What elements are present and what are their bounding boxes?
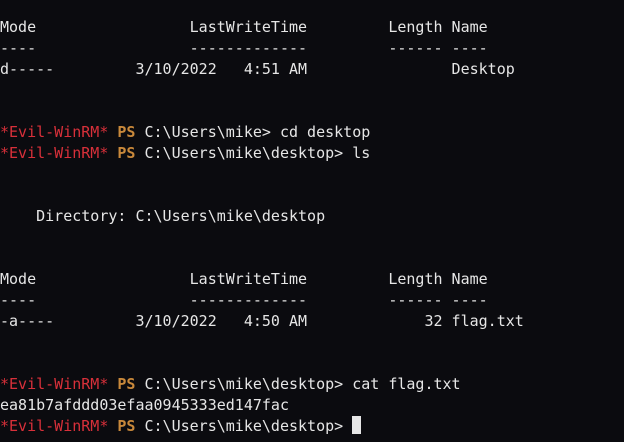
prompt-app-name: *Evil-WinRM* [0, 375, 109, 393]
prompt-path: C:\Users\mike\desktop> [144, 375, 344, 393]
prompt-path: C:\Users\mike> [144, 123, 271, 141]
listing-header: Mode LastWriteTime Length Name [0, 270, 488, 288]
prompt-shell: PS [117, 123, 136, 141]
prompt-app-name: *Evil-WinRM* [0, 417, 109, 435]
prompt-path: C:\Users\mike\desktop> [144, 417, 344, 435]
command-text: ls [352, 144, 371, 162]
listing-separator: ---- ------------- ------ ---- [0, 39, 488, 57]
command-line-active[interactable]: *Evil-WinRM* PS C:\Users\mike\desktop> [0, 416, 624, 437]
prompt-path: C:\Users\mike\desktop> [144, 144, 344, 162]
command-text: cd desktop [279, 123, 371, 141]
command-line: *Evil-WinRM* PS C:\Users\mike\desktop> l… [0, 143, 624, 164]
listing-row: -a---- 3/10/2022 4:50 AM 32 flag.txt [0, 312, 524, 330]
directory-label: Directory: C:\Users\mike\desktop [0, 207, 326, 225]
text-cursor[interactable] [352, 416, 362, 434]
command-line: *Evil-WinRM* PS C:\Users\mike\desktop> c… [0, 374, 624, 395]
listing-header: Mode LastWriteTime Length Name [0, 18, 488, 36]
command-line: *Evil-WinRM* PS C:\Users\mike> cd deskto… [0, 122, 624, 143]
listing-separator: ---- ------------- ------ ---- [0, 291, 488, 309]
flag-output: ea81b7afddd03efaa0945333ed147fac [0, 396, 289, 414]
listing-row: d----- 3/10/2022 4:51 AM Desktop [0, 60, 515, 78]
prompt-app-name: *Evil-WinRM* [0, 144, 109, 162]
prompt-shell: PS [117, 375, 136, 393]
prompt-shell: PS [117, 417, 136, 435]
prompt-app-name: *Evil-WinRM* [0, 123, 109, 141]
command-text: cat flag.txt [352, 375, 461, 393]
terminal-window[interactable]: Mode LastWriteTime Length Name ---- ----… [0, 0, 624, 442]
prompt-shell: PS [117, 144, 136, 162]
